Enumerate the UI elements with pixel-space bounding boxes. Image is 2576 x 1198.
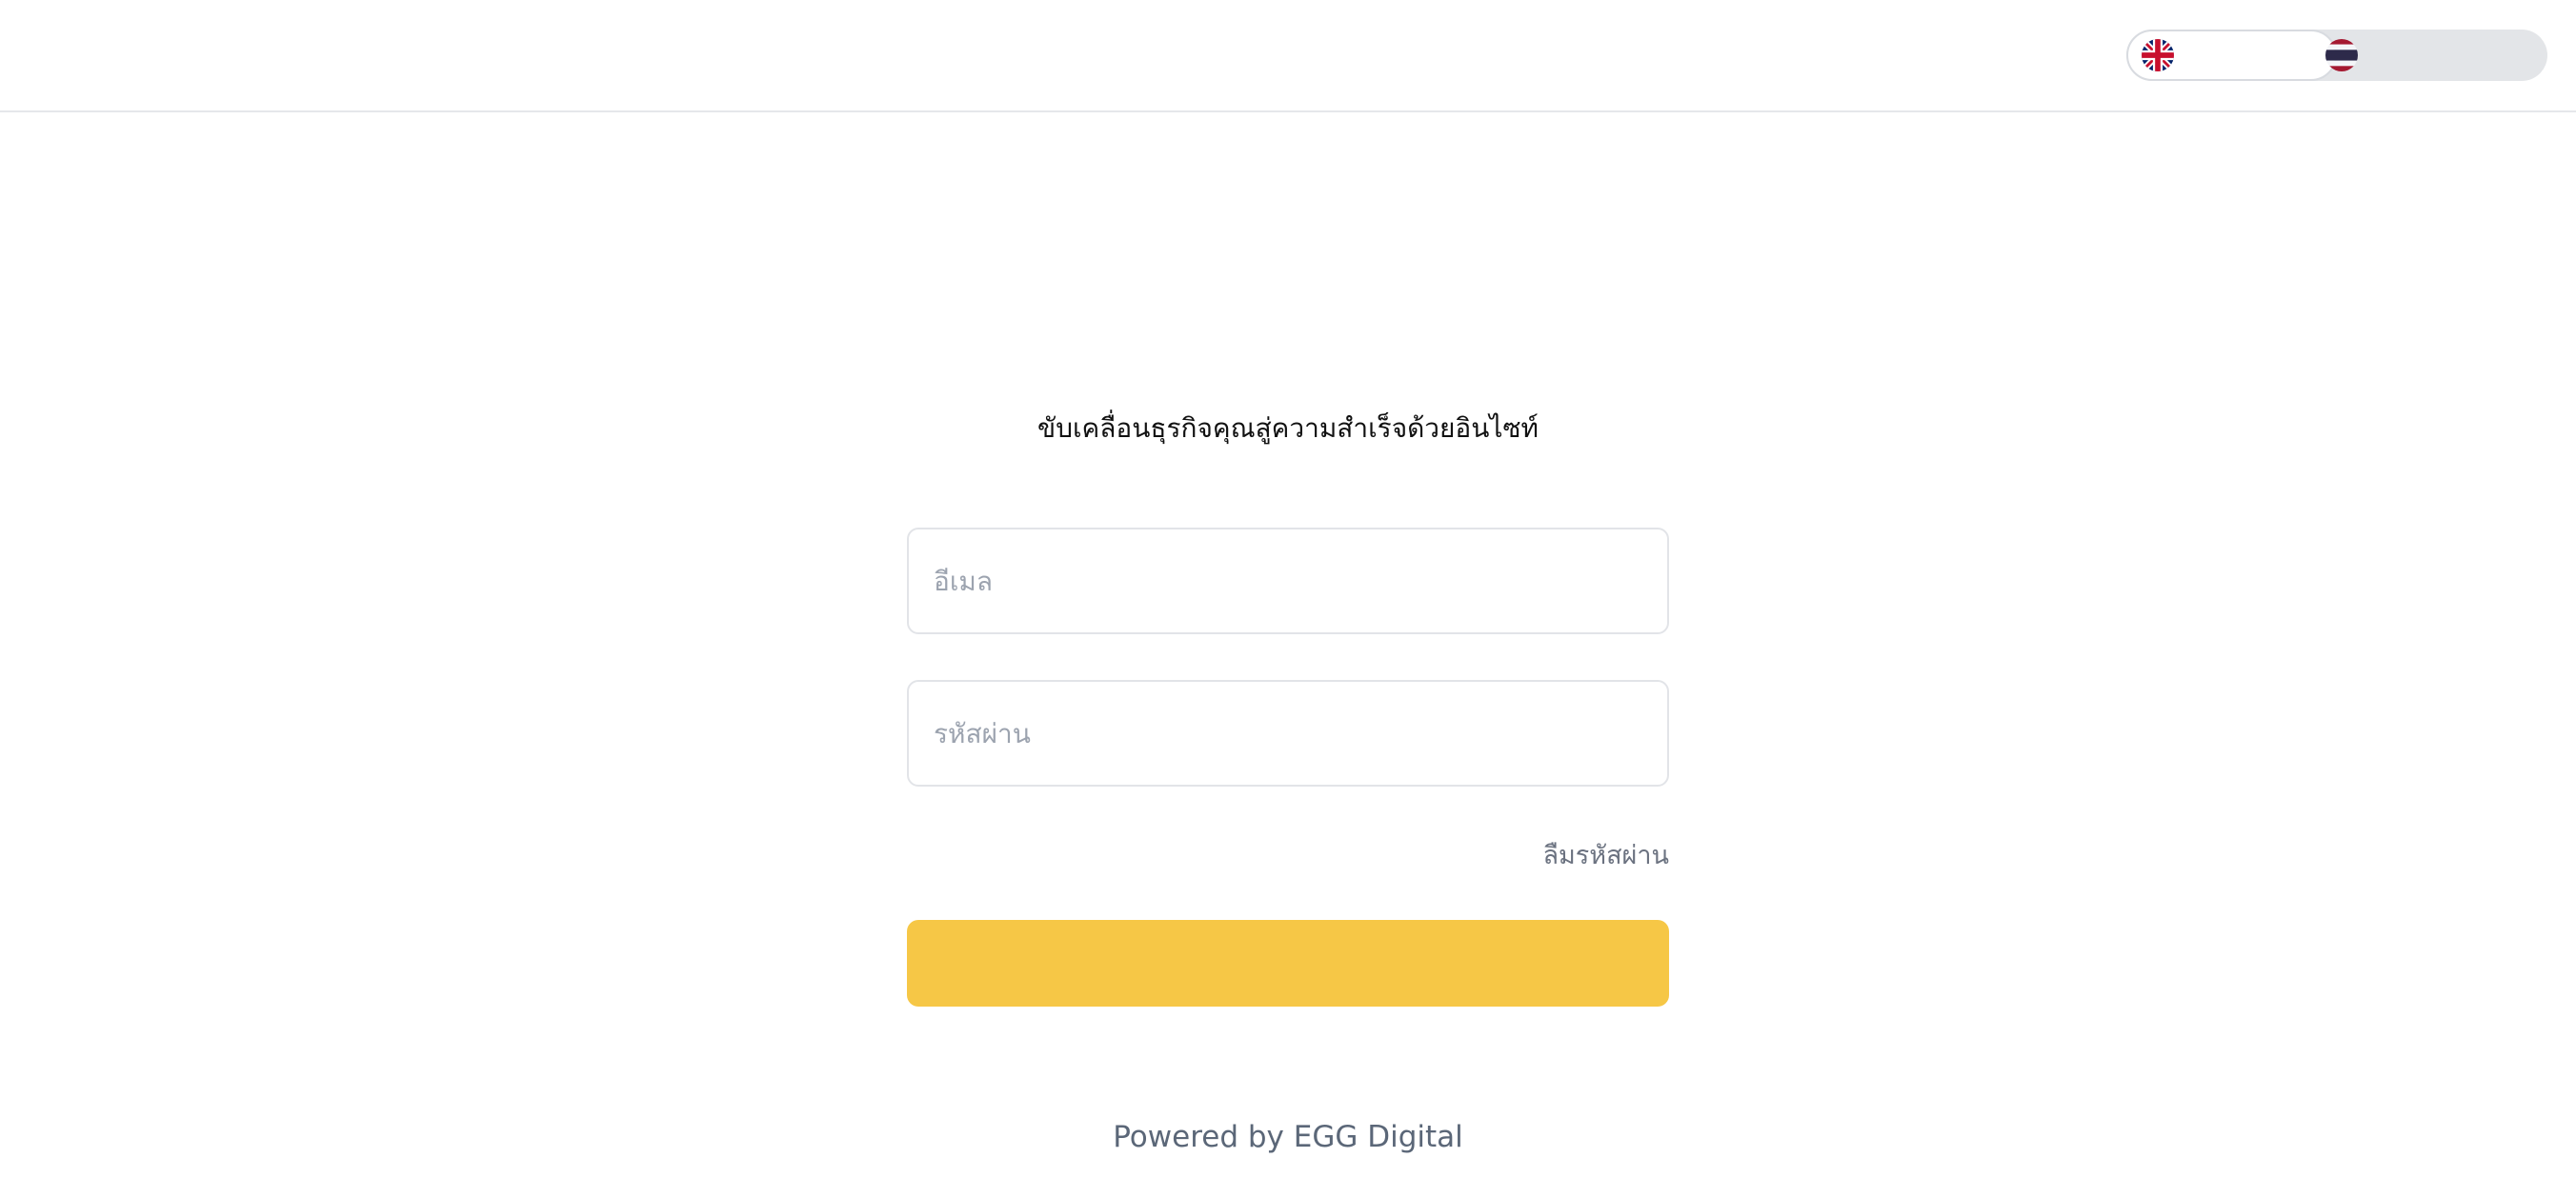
password-field[interactable] (909, 682, 1667, 785)
thailand-flag-icon (2325, 39, 2358, 71)
forgot-password-link[interactable]: ลืมรหัสผ่าน (907, 834, 1669, 875)
language-toggle (2126, 30, 2547, 81)
top-header (0, 0, 2576, 112)
language-option-th[interactable] (2314, 30, 2547, 81)
language-option-en[interactable] (2126, 30, 2337, 81)
powered-by-text: Powered by EGG Digital (1113, 1120, 1463, 1154)
login-button[interactable] (907, 920, 1669, 1007)
uk-flag-icon (2142, 39, 2174, 71)
password-field-container (907, 680, 1669, 787)
email-field-container (907, 528, 1669, 634)
email-field[interactable] (909, 529, 1667, 632)
login-page: ขับเคลื่อนธุรกิจคุณสู่ความสำเร็จด้วยอินไ… (0, 0, 2576, 1198)
page-tagline: ขับเคลื่อนธุรกิจคุณสู่ความสำเร็จด้วยอินไ… (1037, 412, 1539, 444)
